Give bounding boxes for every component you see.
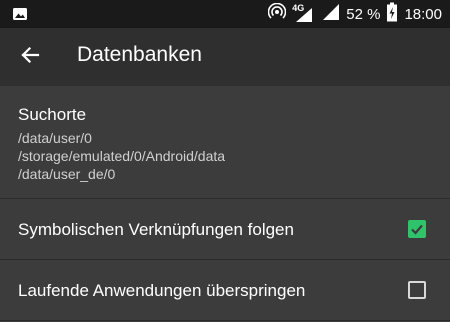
network-type-label: 4G <box>292 3 305 13</box>
battery-percent: 52 % <box>346 5 381 23</box>
divider <box>0 320 450 321</box>
clock: 18:00 <box>404 5 442 23</box>
image-icon <box>12 6 28 26</box>
skip-running-apps-checkbox[interactable] <box>408 281 426 299</box>
skip-running-apps-label: Laufende Anwendungen überspringen <box>18 281 306 300</box>
follow-symlinks-preference[interactable]: Symbolischen Verknüpfungen folgen <box>0 199 450 259</box>
search-path-item: /data/user_de/0 <box>18 166 116 182</box>
follow-symlinks-label: Symbolischen Verknüpfungen folgen <box>18 220 294 239</box>
arrow-back-icon <box>20 45 40 70</box>
status-bar: 4G 52 % 18:00 <box>0 0 450 28</box>
signal-icon-2 <box>322 3 340 25</box>
battery-charging-icon <box>386 2 398 26</box>
signal-icon: 4G <box>292 3 316 23</box>
app-bar: Datenbanken <box>0 28 450 86</box>
check-icon <box>411 224 423 235</box>
search-paths-preference[interactable]: Suchorte /data/user/0 /storage/emulated/… <box>0 86 450 198</box>
preferences-list: Suchorte /data/user/0 /storage/emulated/… <box>0 86 450 322</box>
hotspot-icon <box>267 2 287 25</box>
back-button[interactable] <box>14 41 46 73</box>
page-title: Datenbanken <box>77 43 202 66</box>
status-icons: 4G 52 % 18:00 <box>262 0 442 28</box>
skip-running-apps-preference[interactable]: Laufende Anwendungen überspringen <box>0 260 450 320</box>
follow-symlinks-checkbox[interactable] <box>408 220 426 238</box>
search-path-item: /data/user/0 <box>18 130 92 146</box>
search-path-item: /storage/emulated/0/Android/data <box>18 148 226 164</box>
search-paths-title: Suchorte <box>18 105 87 124</box>
